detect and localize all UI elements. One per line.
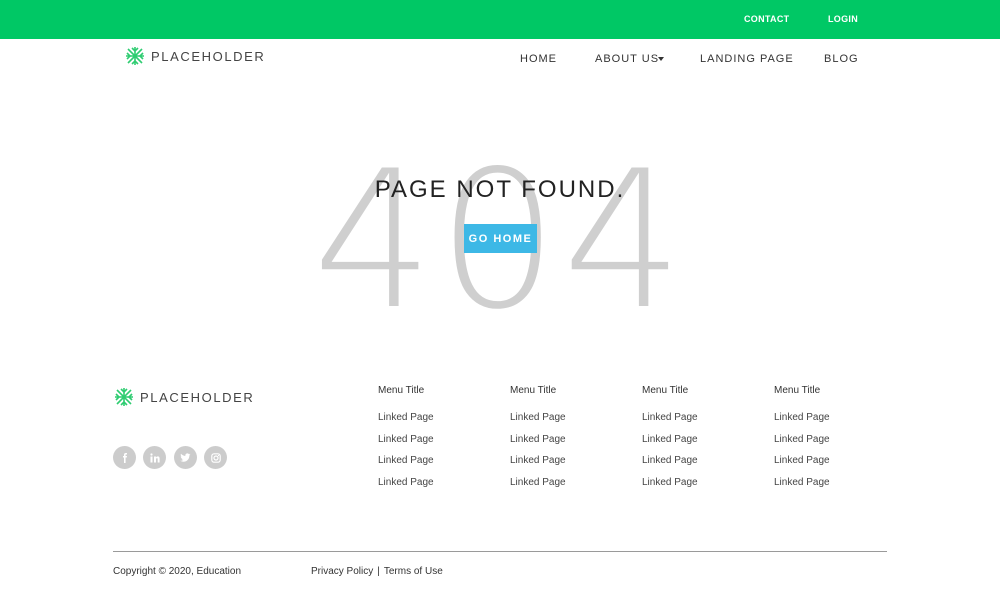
nav-blog[interactable]: BLOG xyxy=(824,53,859,65)
footer-link[interactable]: Linked Page xyxy=(510,434,630,448)
facebook-icon xyxy=(122,452,127,463)
footer-column: Menu Title Linked Page Linked Page Linke… xyxy=(510,385,630,490)
footer-column: Menu Title Linked Page Linked Page Linke… xyxy=(774,385,894,490)
footer-column: Menu Title Linked Page Linked Page Linke… xyxy=(642,385,762,490)
header-logo[interactable]: PLACEHOLDER xyxy=(124,45,265,67)
footer-divider xyxy=(113,551,887,552)
footer-link[interactable]: Linked Page xyxy=(774,434,894,448)
footer-link[interactable]: Linked Page xyxy=(510,477,630,491)
brand-name: PLACEHOLDER xyxy=(151,48,266,64)
page-not-found-heading: PAGE NOT FOUND. xyxy=(374,176,626,203)
logo-snowflake-icon xyxy=(126,47,144,65)
nav-about-us[interactable]: ABOUT US xyxy=(595,53,659,65)
footer-column-title: Menu Title xyxy=(510,385,557,396)
go-home-button[interactable]: GO HOME xyxy=(464,224,537,253)
twitter-button[interactable] xyxy=(174,446,197,469)
footer-link[interactable]: Linked Page xyxy=(510,455,630,469)
footer-link[interactable]: Linked Page xyxy=(642,412,762,426)
instagram-icon xyxy=(210,452,221,463)
top-bar: CONTACT LOGIN xyxy=(0,0,1000,39)
copyright-text: Copyright © 2020, Education xyxy=(113,566,242,577)
footer-link[interactable]: Linked Page xyxy=(642,477,762,491)
footer-link[interactable]: Linked Page xyxy=(774,477,894,491)
linkedin-button[interactable] xyxy=(143,446,166,469)
footer-link[interactable]: Linked Page xyxy=(774,455,894,469)
linkedin-icon xyxy=(149,452,160,462)
footer-link[interactable]: Linked Page xyxy=(378,412,498,426)
legal-separator: | xyxy=(377,566,380,577)
footer-link[interactable]: Linked Page xyxy=(642,455,762,469)
nav-home[interactable]: HOME xyxy=(520,53,557,65)
brand-name: PLACEHOLDER xyxy=(140,389,255,405)
footer-link[interactable]: Linked Page xyxy=(642,434,762,448)
logo-snowflake-icon xyxy=(115,388,133,406)
nav-landing-page[interactable]: LANDING PAGE xyxy=(700,53,794,65)
instagram-button[interactable] xyxy=(204,446,227,469)
terms-of-use-link[interactable]: Terms of Use xyxy=(384,566,443,577)
footer-column-title: Menu Title xyxy=(774,385,821,396)
footer-logo[interactable]: PLACEHOLDER xyxy=(113,386,254,408)
login-link[interactable]: LOGIN xyxy=(828,14,858,24)
footer-column-title: Menu Title xyxy=(642,385,689,396)
footer-link[interactable]: Linked Page xyxy=(378,477,498,491)
footer-column-title: Menu Title xyxy=(378,385,425,396)
footer-column: Menu Title Linked Page Linked Page Linke… xyxy=(378,385,498,490)
footer-link[interactable]: Linked Page xyxy=(378,434,498,448)
contact-link[interactable]: CONTACT xyxy=(744,14,789,24)
privacy-policy-link[interactable]: Privacy Policy xyxy=(311,566,373,577)
footer-link[interactable]: Linked Page xyxy=(378,455,498,469)
footer-link[interactable]: Linked Page xyxy=(510,412,630,426)
twitter-icon xyxy=(180,452,191,462)
caret-down-icon[interactable] xyxy=(658,57,664,61)
legal-links: Privacy Policy | Terms of Use xyxy=(311,566,443,577)
facebook-button[interactable] xyxy=(113,446,136,469)
footer-link[interactable]: Linked Page xyxy=(774,412,894,426)
